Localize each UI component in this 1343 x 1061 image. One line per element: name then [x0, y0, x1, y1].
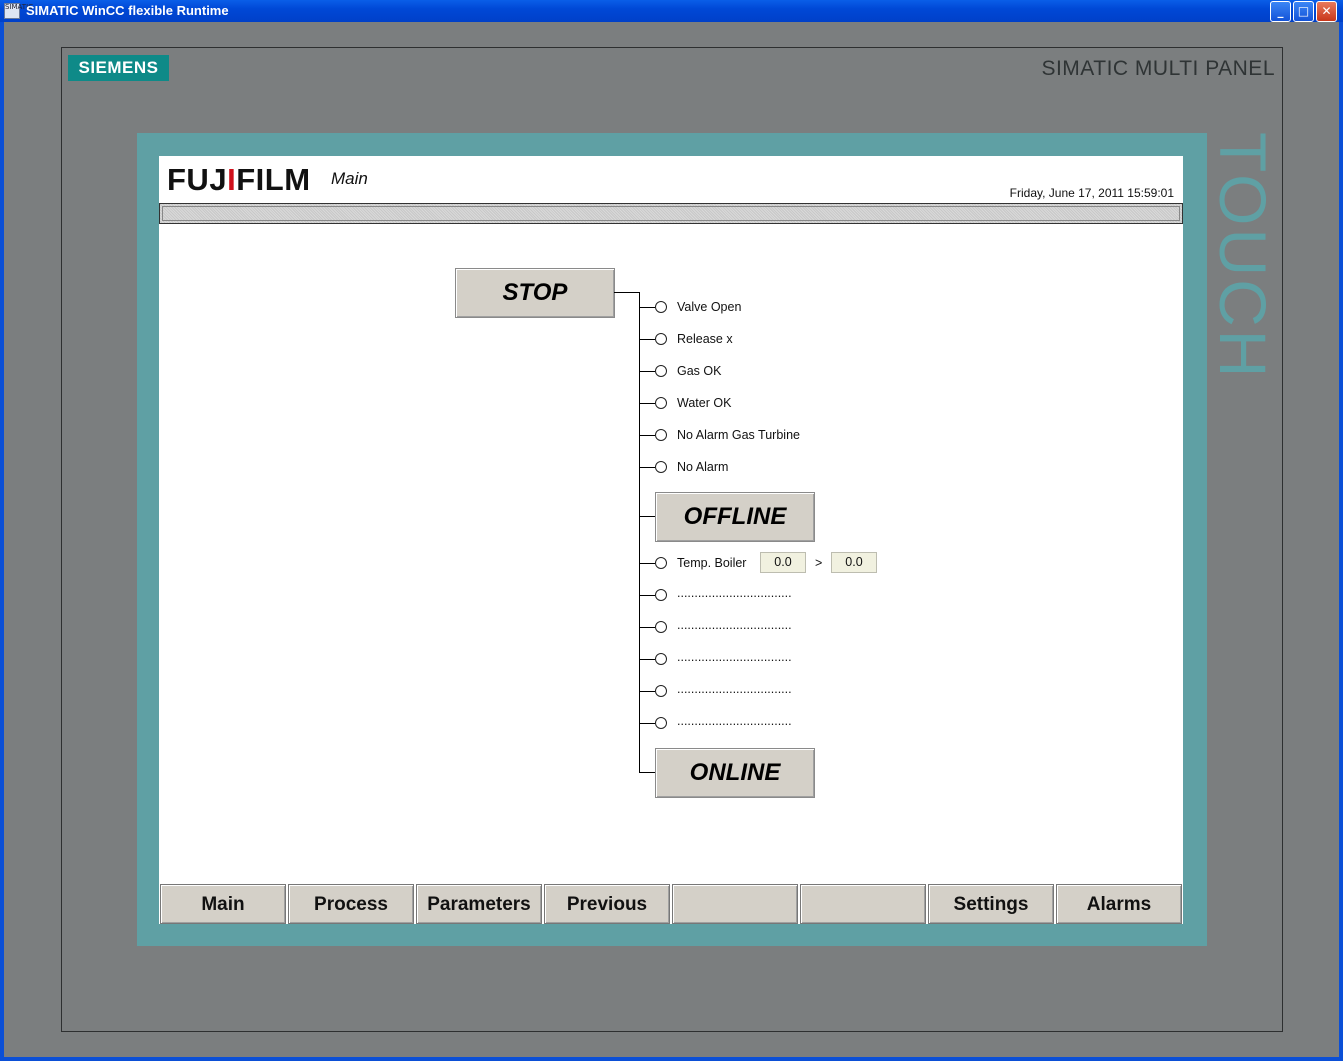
- condition-label: Valve Open: [677, 300, 742, 314]
- screen-title: Main: [331, 169, 368, 188]
- stop-button[interactable]: STOP: [455, 268, 615, 318]
- status-lamp: [655, 589, 667, 601]
- maximize-button[interactable]: □: [1293, 1, 1314, 22]
- nav-main-button[interactable]: Main: [160, 884, 286, 924]
- datetime-display: Friday, June 17, 2011 15:59:01: [1009, 186, 1174, 200]
- online-button[interactable]: ONLINE: [655, 748, 815, 798]
- nav-blank-button[interactable]: [800, 884, 926, 924]
- nav-process-button[interactable]: Process: [288, 884, 414, 924]
- message-bar: [159, 203, 1183, 224]
- nav-bar: Main Process Parameters Previous Setting…: [159, 884, 1183, 924]
- nav-alarms-button[interactable]: Alarms: [1056, 884, 1182, 924]
- temp-value-field[interactable]: 0.0: [760, 552, 806, 573]
- nav-settings-button[interactable]: Settings: [928, 884, 1054, 924]
- status-lamp: [655, 717, 667, 729]
- temp-boiler-label: Temp. Boiler: [677, 556, 747, 570]
- fujifilm-logo: FUJIFILM: [167, 162, 311, 197]
- placeholder-label: .................................: [677, 714, 792, 728]
- condition-label: No Alarm Gas Turbine: [677, 428, 800, 442]
- status-lamp: [655, 621, 667, 633]
- connector-line: [639, 772, 655, 773]
- window-title: SIMATIC WinCC flexible Runtime: [26, 3, 229, 18]
- nav-blank-button[interactable]: [672, 884, 798, 924]
- siemens-logo: SIEMENS: [68, 55, 169, 81]
- status-lamp: [655, 461, 667, 473]
- status-lamp: [655, 301, 667, 313]
- window-titlebar: SIMATIC SIMATIC WinCC flexible Runtime _…: [0, 0, 1343, 22]
- status-lamp: [655, 685, 667, 697]
- offline-button[interactable]: OFFLINE: [655, 492, 815, 542]
- status-lamp: [655, 397, 667, 409]
- compare-operator: >: [815, 556, 823, 570]
- placeholder-label: .................................: [677, 650, 792, 664]
- hmi-screen: FUJIFILM Main Friday, June 17, 2011 15:5…: [159, 156, 1183, 924]
- placeholder-label: .................................: [677, 586, 792, 600]
- app-icon: SIMATIC: [4, 3, 33, 19]
- condition-label: No Alarm: [677, 460, 729, 474]
- connector-line: [639, 292, 640, 773]
- condition-label: Water OK: [677, 396, 732, 410]
- placeholder-label: .................................: [677, 682, 792, 696]
- temp-setpoint-field[interactable]: 0.0: [831, 552, 877, 573]
- panel-model-label: SIMATIC MULTI PANEL: [1041, 57, 1275, 80]
- condition-label: Release x: [677, 332, 733, 346]
- status-lamp: [655, 429, 667, 441]
- close-button[interactable]: ✕: [1316, 1, 1337, 22]
- placeholder-label: .................................: [677, 618, 792, 632]
- status-lamp: [655, 653, 667, 665]
- touch-label: TOUCH: [1206, 132, 1280, 381]
- status-lamp: [655, 333, 667, 345]
- minimize-button[interactable]: _: [1270, 1, 1291, 22]
- condition-label: Gas OK: [677, 364, 722, 378]
- status-lamp: [655, 365, 667, 377]
- connector-line: [614, 292, 639, 293]
- nav-previous-button[interactable]: Previous: [544, 884, 670, 924]
- nav-parameters-button[interactable]: Parameters: [416, 884, 542, 924]
- status-lamp: [655, 557, 667, 569]
